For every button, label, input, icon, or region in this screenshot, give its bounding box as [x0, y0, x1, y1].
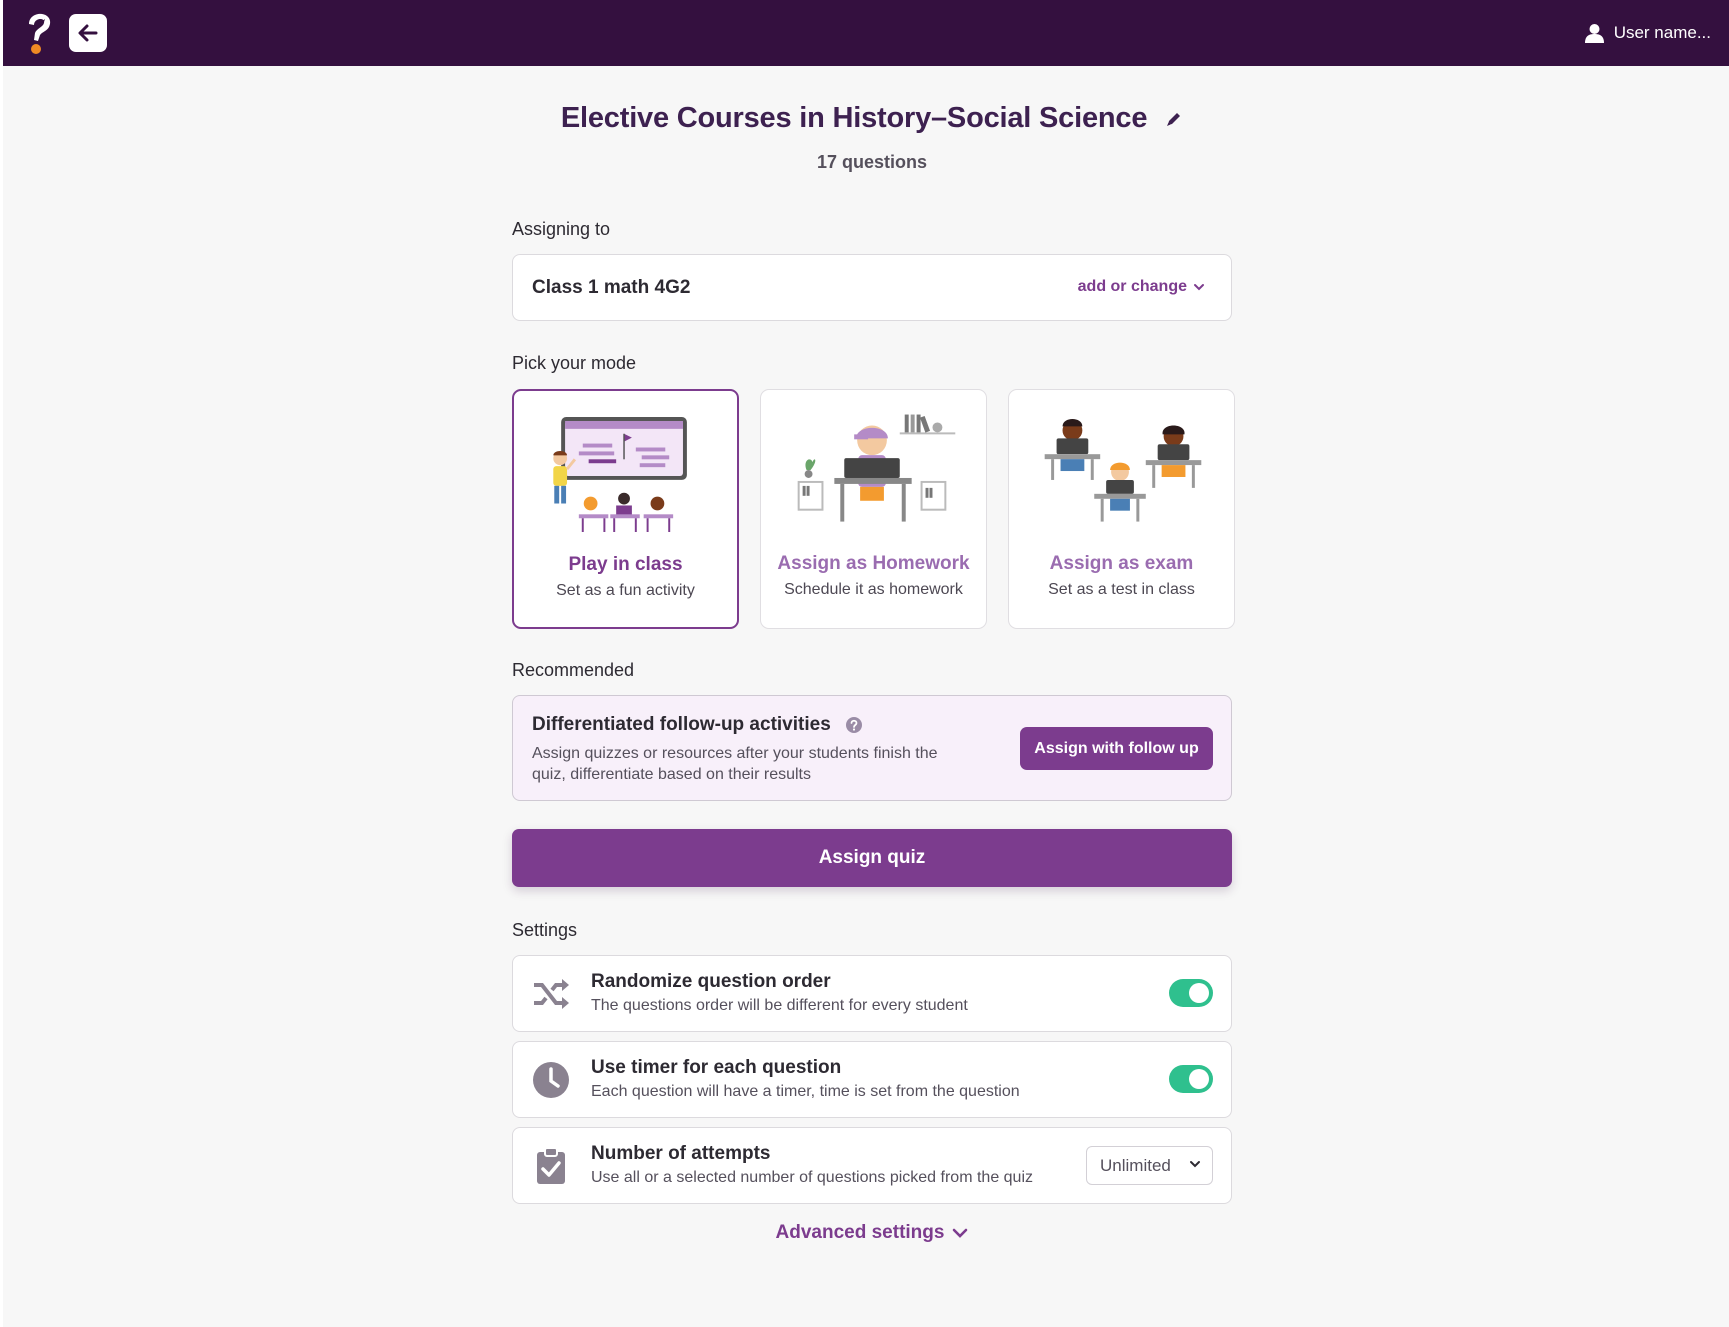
mode-card-homework[interactable]: Assign as Homework Schedule it as homewo…: [760, 389, 987, 629]
mode-title: Play in class: [568, 554, 683, 575]
toggle-knob: [1189, 1069, 1209, 1089]
setting-title: Number of attempts: [591, 1143, 771, 1164]
chevron-down-icon: [1190, 1161, 1200, 1168]
chevron-down-icon: [953, 1228, 968, 1238]
mode-subtitle: Schedule it as homework: [784, 581, 963, 598]
play-in-class-illustration: [553, 417, 687, 532]
settings-label: Settings: [512, 920, 578, 940]
class-name: Class 1 math 4G2: [532, 277, 691, 298]
follow-up-title-row: Differentiated follow-up activities: [532, 714, 863, 736]
follow-up-description: Assign quizzes or resources after your s…: [532, 745, 938, 783]
attempts-value: Unlimited: [1100, 1156, 1171, 1175]
toggle-knob: [1189, 983, 1209, 1003]
quiz-title: Elective Courses in History–Social Scien…: [560, 102, 1148, 134]
setting-timer: Use timer for each question Each questio…: [512, 1041, 1232, 1118]
assign-quiz-button[interactable]: Assign quiz: [512, 829, 1232, 887]
setting-description: Each question will have a timer, time is…: [591, 1083, 1020, 1100]
question-count: 17 questions: [816, 152, 928, 172]
mode-subtitle: Set as a fun activity: [556, 582, 695, 599]
randomize-toggle[interactable]: [1169, 979, 1213, 1007]
advanced-settings-row: Advanced settings: [776, 1222, 969, 1244]
quiz-title-row: Elective Courses in History–Social Scien…: [3, 102, 1729, 135]
setting-description: The questions order will be different fo…: [591, 997, 968, 1014]
setting-randomize-order: Randomize question order The questions o…: [512, 955, 1232, 1032]
mode-subtitle: Set as a test in class: [1048, 581, 1195, 598]
clipboard-check-icon: [537, 1147, 565, 1184]
user-icon: [1584, 24, 1604, 43]
mode-card-exam[interactable]: Assign as exam Set as a test in class: [1008, 389, 1235, 629]
follow-up-title: Differentiated follow-up activities: [532, 714, 831, 735]
shuffle-icon: [534, 979, 569, 1009]
assigning-label: Assigning to: [512, 219, 611, 239]
clock-icon: [533, 1062, 569, 1098]
class-selector[interactable]: Class 1 math 4G2 add or change: [512, 254, 1232, 321]
add-or-change-link[interactable]: add or change: [1078, 278, 1205, 296]
attempts-select[interactable]: Unlimited: [1086, 1146, 1213, 1185]
user-menu[interactable]: User name...: [1584, 20, 1711, 46]
follow-up-recommendation: Differentiated follow-up activities Assi…: [512, 695, 1232, 801]
setting-title: Randomize question order: [591, 971, 831, 992]
setting-attempts: Number of attempts Use all or a selected…: [512, 1127, 1232, 1204]
assign-with-follow-up-button[interactable]: Assign with follow up: [1020, 727, 1213, 770]
quiz-logo-icon[interactable]: [21, 10, 55, 56]
user-name: User name...: [1613, 23, 1711, 42]
app-frame: User name... Elective Courses in History…: [3, 0, 1729, 1327]
pencil-icon[interactable]: [1165, 110, 1183, 128]
chevron-down-icon: [1194, 284, 1204, 291]
mode-label: Pick your mode: [512, 353, 637, 373]
exam-illustration: [1044, 418, 1202, 522]
mode-title: Assign as Homework: [777, 553, 970, 574]
back-button[interactable]: [69, 14, 107, 52]
advanced-settings-link[interactable]: Advanced settings: [3, 1222, 1729, 1244]
help-icon[interactable]: [845, 716, 863, 734]
setting-title: Use timer for each question: [591, 1057, 842, 1078]
mode-title: Assign as exam: [1049, 553, 1194, 574]
recommended-label: Recommended: [512, 660, 635, 680]
add-or-change-label: add or change: [1077, 278, 1187, 295]
setting-description: Use all or a selected number of question…: [591, 1169, 1034, 1186]
homework-illustration: [797, 414, 956, 522]
advanced-settings-label: Advanced settings: [775, 1222, 945, 1243]
mode-card-play-in-class[interactable]: Play in class Set as a fun activity: [512, 389, 739, 629]
top-bar: User name...: [3, 0, 1729, 66]
arrow-left-icon: [78, 24, 98, 42]
timer-toggle[interactable]: [1169, 1065, 1213, 1093]
